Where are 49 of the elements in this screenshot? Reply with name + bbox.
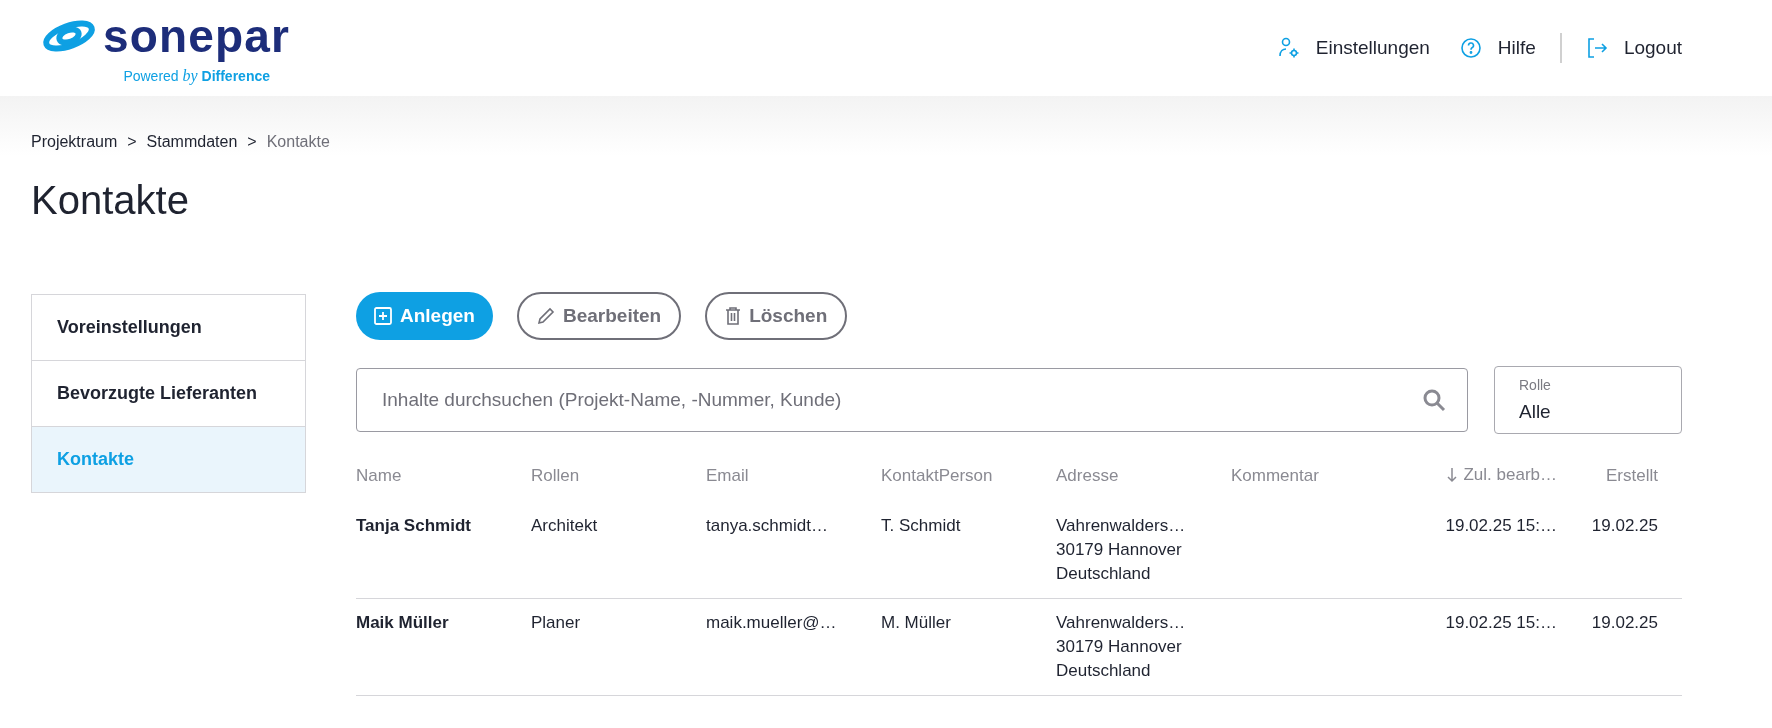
table-cell-text: Vahrenwalders… 30179 Hannover Deutschland: [1056, 515, 1187, 586]
table-cell-text: tanya.schmidt…: [706, 515, 829, 538]
column-header[interactable]: Rollen: [531, 463, 580, 489]
column-header[interactable]: Zul. bearb…: [1447, 462, 1557, 488]
table-cell-text: M. Müller: [881, 612, 952, 635]
search-icon: [1422, 388, 1446, 412]
sort-down-icon: [1447, 466, 1458, 483]
column-header[interactable]: Kommentar: [1231, 463, 1319, 489]
role-dropdown[interactable]: Rolle Alle: [1494, 366, 1682, 434]
breadcrumb-separator: >: [127, 132, 137, 152]
table-cell-text: Architekt: [531, 515, 599, 538]
help-link[interactable]: Hilfe: [1459, 33, 1536, 63]
table-cell-text: Planer: [531, 612, 582, 635]
table-cell-text: 19.02.25 15:…: [1444, 515, 1557, 538]
delete-button[interactable]: Löschen: [705, 292, 848, 340]
table-cell-text: T. Schmidt: [881, 515, 962, 538]
breadcrumb-link[interactable]: Projektraum: [31, 130, 118, 154]
table-cell-text: maik.mueller@…: [706, 612, 838, 635]
add-button[interactable]: Anlegen: [356, 292, 493, 340]
sidebar-item[interactable]: Voreinstellungen: [31, 294, 306, 361]
table-cell-text: 19.02.25: [1590, 515, 1658, 538]
sidebar-item[interactable]: Kontakte: [31, 426, 306, 493]
table-cell-text: Vahrenwalders… 30179 Hannover Deutschland: [1056, 612, 1187, 683]
pencil-icon: [536, 307, 555, 325]
table-cell-text: 19.02.25: [1590, 612, 1658, 635]
page-title: Kontakte: [30, 180, 190, 220]
logo-tagline: Powered by Difference: [123, 66, 270, 87]
user-settings-icon: [1277, 37, 1300, 59]
edit-button[interactable]: Bearbeiten: [516, 292, 682, 340]
column-header[interactable]: Adresse: [1056, 463, 1119, 489]
table-cell-text: 19.02.25 15:…: [1444, 612, 1557, 635]
breadcrumb-separator: >: [247, 132, 257, 152]
column-header[interactable]: Erstellt: [1606, 463, 1658, 489]
sidebar-item[interactable]: Bevorzugte Lieferanten: [31, 360, 306, 427]
trash-icon: [725, 307, 742, 325]
column-header[interactable]: KontaktPerson: [881, 463, 993, 489]
table-cell-text: Tanja Schmidt: [356, 515, 472, 538]
settings-link[interactable]: Einstellungen: [1277, 33, 1430, 63]
search-field[interactable]: Inhalte durchsuchen (Projekt-Name, -Nummer, Kunde): [356, 368, 1468, 432]
logo-wordmark: sonepar: [103, 9, 290, 64]
breadcrumb-link[interactable]: Kontakte: [266, 130, 330, 154]
logout-link[interactable]: Logout: [1585, 33, 1682, 63]
breadcrumb-link[interactable]: Stammdaten: [146, 130, 238, 154]
table-cell-text: Maik Müller: [356, 612, 450, 635]
logout-icon: [1585, 37, 1608, 59]
help-icon: [1459, 37, 1482, 59]
plus-square-icon: [374, 307, 392, 325]
column-header[interactable]: Name: [356, 463, 402, 489]
column-header[interactable]: Email: [706, 463, 749, 489]
